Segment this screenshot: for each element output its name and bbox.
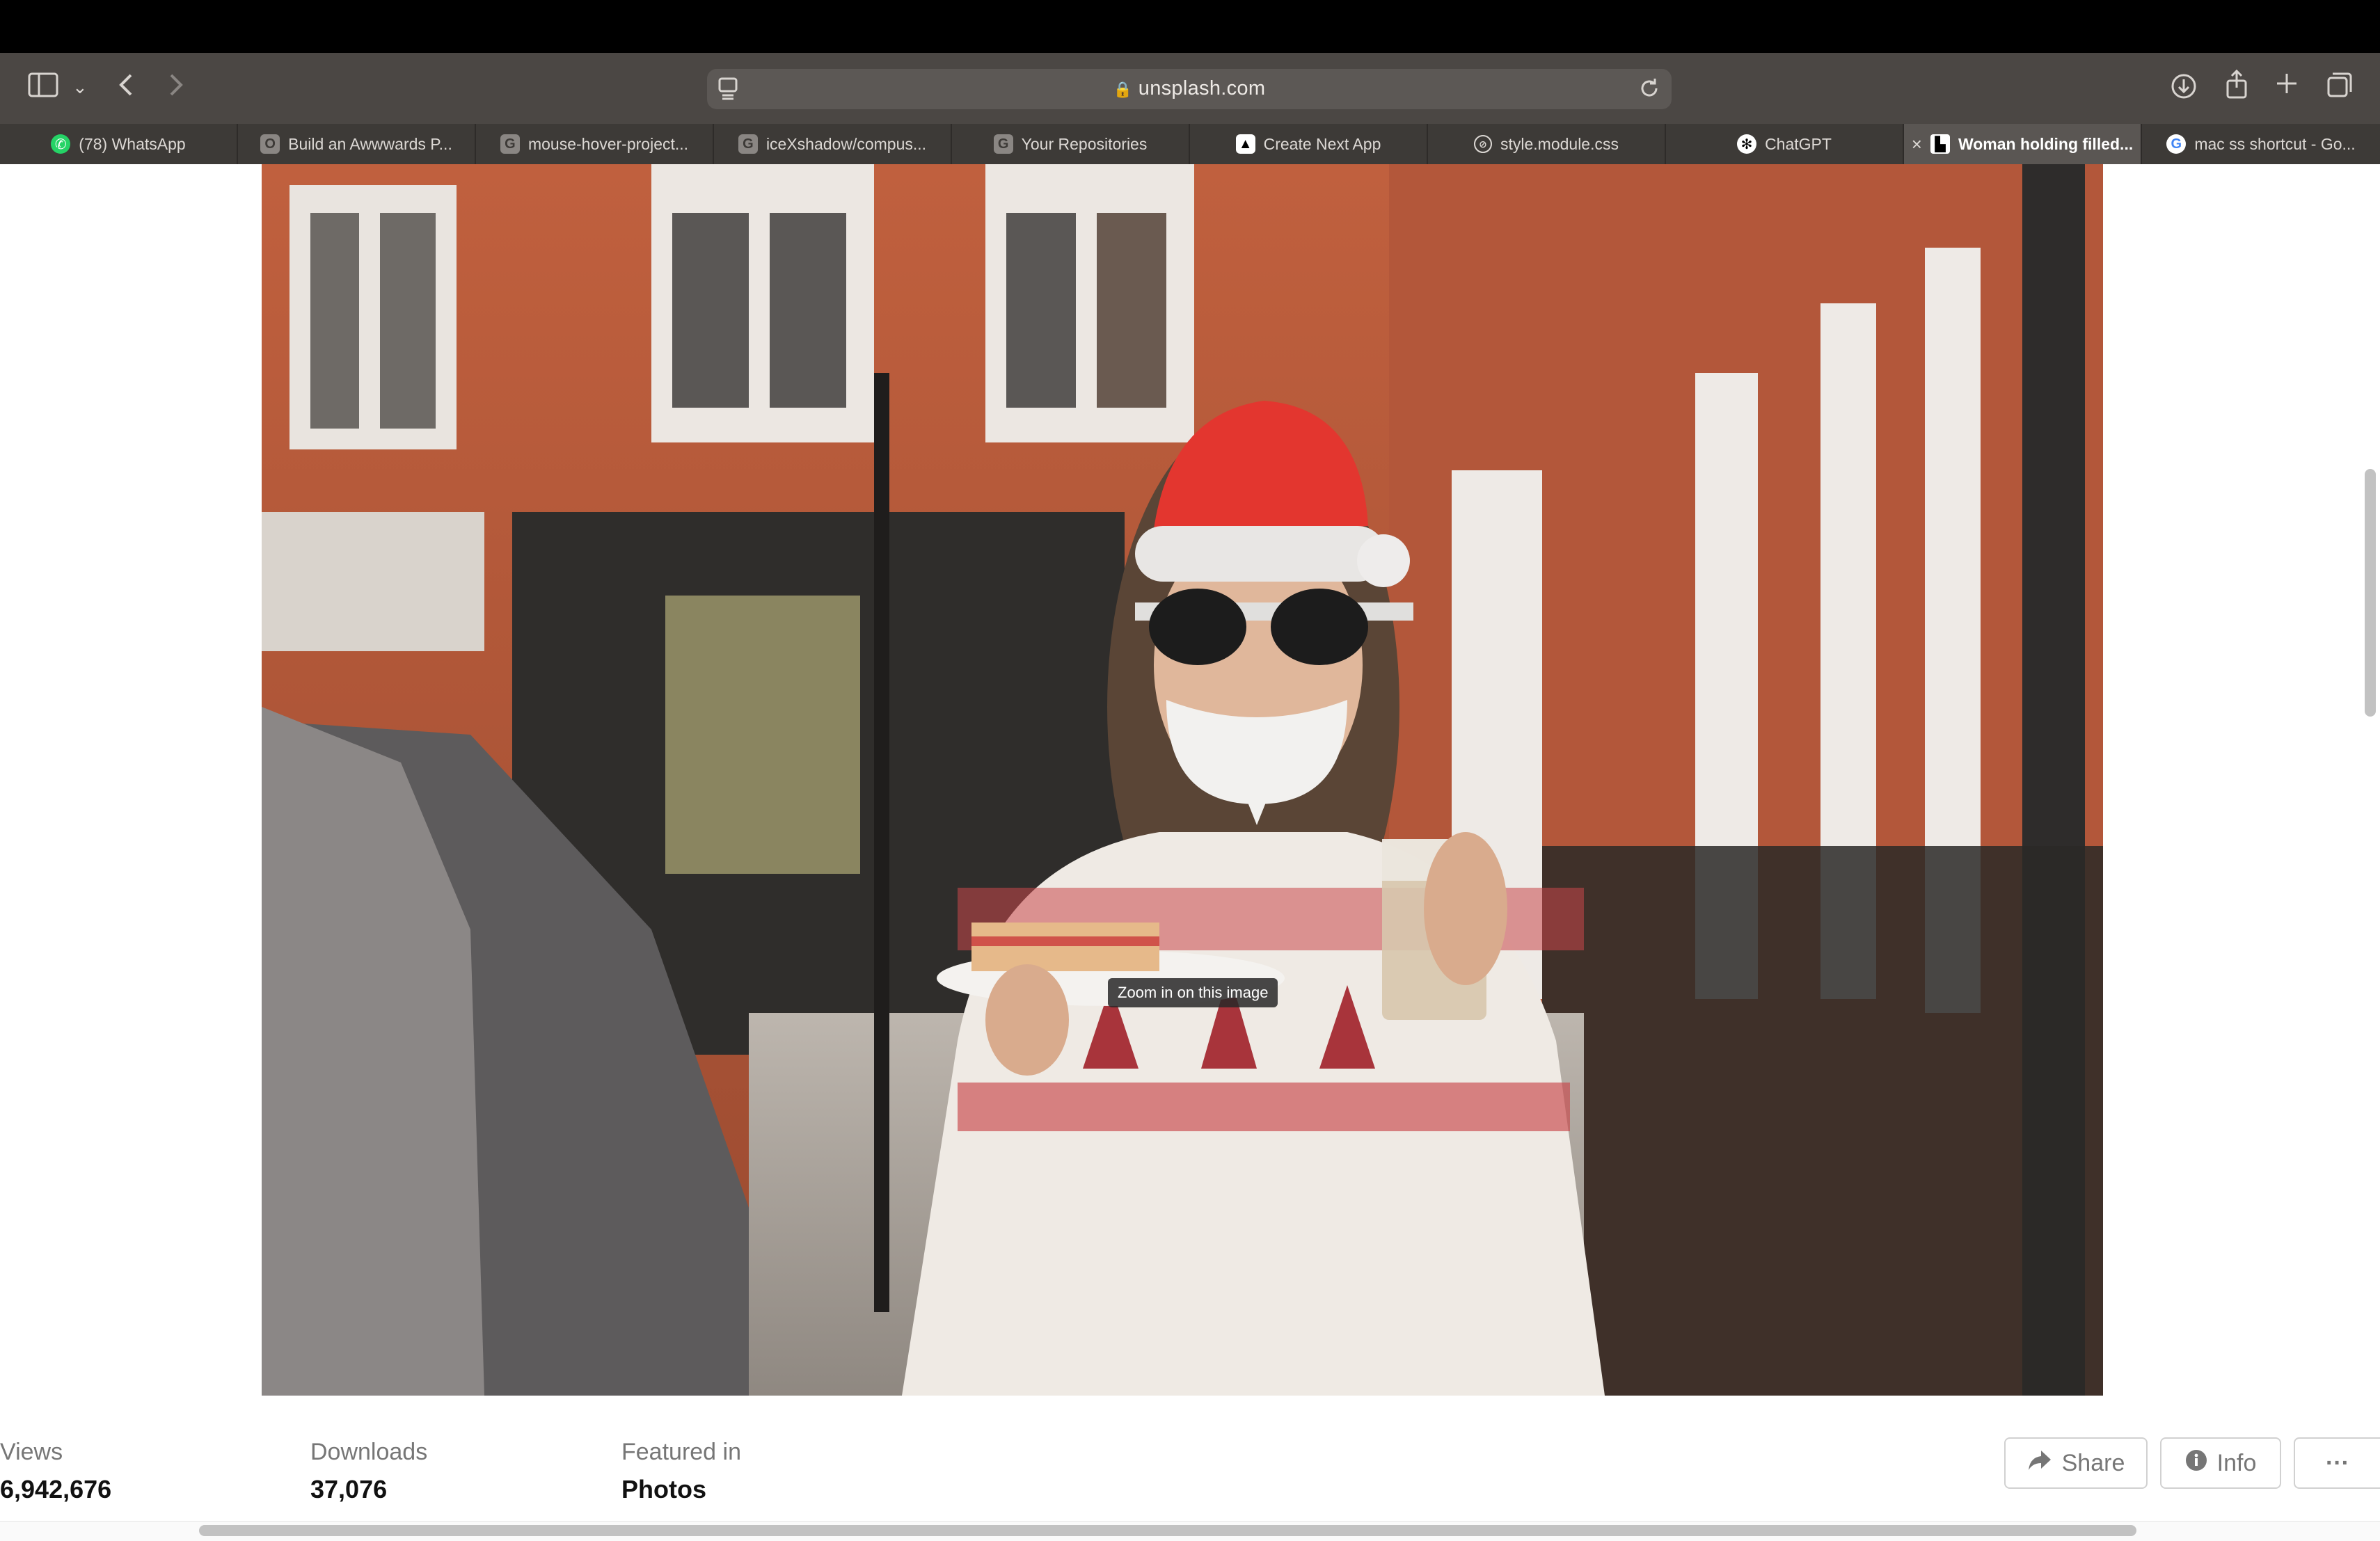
compass-icon: ⊘ — [1473, 135, 1492, 153]
info-icon — [2185, 1449, 2207, 1478]
featured-label: Featured in — [621, 1439, 741, 1465]
downloads-value: 37,076 — [310, 1475, 388, 1503]
vertical-scroll-thumb[interactable] — [2365, 469, 2376, 717]
tab-mouse-hover[interactable]: G mouse-hover-project... — [476, 124, 714, 164]
info-label: Info — [2216, 1449, 2257, 1476]
tab-label: style.module.css — [1500, 134, 1619, 153]
g-icon: G — [738, 134, 758, 154]
close-tab-icon[interactable]: × — [1912, 134, 1922, 155]
tab-google[interactable]: G mac ss shortcut - Go... — [2142, 124, 2380, 164]
o-icon: O — [260, 134, 280, 154]
tab-label: ChatGPT — [1765, 134, 1832, 153]
chevron-down-icon[interactable]: ⌄ — [72, 78, 88, 96]
tab-woman-holding[interactable]: × ▙ Woman holding filled... — [1904, 124, 2142, 164]
tab-label: Your Repositories — [1021, 134, 1148, 153]
triangle-icon: ▲ — [1235, 134, 1255, 154]
tab-repositories[interactable]: G Your Repositories — [952, 124, 1190, 164]
info-button[interactable]: Info — [2160, 1437, 2281, 1489]
tab-label: (78) WhatsApp — [79, 134, 186, 153]
whatsapp-icon: ✆ — [51, 134, 71, 154]
back-icon[interactable] — [117, 71, 135, 104]
lock-icon: 🔒 — [1113, 81, 1133, 98]
tab-strip: ✆ (78) WhatsApp O Build an Awwwards P...… — [0, 124, 2380, 164]
share-icon[interactable] — [2224, 69, 2249, 105]
unsplash-icon: ▙ — [1930, 134, 1950, 154]
photo-illustration — [262, 164, 2103, 1396]
tab-label: mouse-hover-project... — [527, 134, 689, 153]
more-actions-button[interactable]: ··· — [2294, 1437, 2380, 1489]
downloads-label: Downloads — [310, 1439, 428, 1465]
download-icon[interactable] — [2170, 72, 2198, 105]
main-photo[interactable]: Zoom in on this image — [262, 164, 2103, 1396]
tab-label: mac ss shortcut - Go... — [2194, 134, 2356, 153]
tab-label: iceXshadow/compus... — [765, 134, 927, 153]
tab-next-app[interactable]: ▲ Create Next App — [1190, 124, 1428, 164]
forward-icon[interactable] — [167, 71, 185, 104]
tab-overview-icon[interactable] — [2326, 71, 2354, 104]
new-tab-icon[interactable] — [2274, 71, 2299, 101]
url-display[interactable]: 🔒 unsplash.com — [707, 77, 1672, 100]
tab-label: Build an Awwwards P... — [288, 134, 452, 153]
tab-icexshadow[interactable]: G iceXshadow/compus... — [714, 124, 952, 164]
google-icon: G — [2166, 134, 2187, 154]
tab-style-module[interactable]: ⊘ style.module.css — [1428, 124, 1666, 164]
tab-label: Woman holding filled... — [1958, 134, 2134, 153]
featured-value[interactable]: Photos — [621, 1475, 706, 1504]
url-text: unsplash.com — [1138, 77, 1266, 99]
sidebar-toggle-icon[interactable] — [28, 72, 58, 102]
more-icon: ··· — [2326, 1449, 2349, 1476]
share-button[interactable]: Share — [2004, 1437, 2148, 1489]
chatgpt-icon: ✻ — [1737, 134, 1757, 154]
views-label: Views — [0, 1439, 63, 1465]
tab-awwwards[interactable]: O Build an Awwwards P... — [238, 124, 476, 164]
address-bar[interactable]: 🔒 unsplash.com — [707, 69, 1672, 109]
tab-whatsapp[interactable]: ✆ (78) WhatsApp — [0, 124, 238, 164]
horizontal-scroll-thumb[interactable] — [199, 1525, 2136, 1536]
share-label: Share — [2061, 1449, 2125, 1476]
share-arrow-icon — [2027, 1449, 2052, 1478]
tab-chatgpt[interactable]: ✻ ChatGPT — [1666, 124, 1904, 164]
zoom-tooltip: Zoom in on this image — [1108, 978, 1278, 1007]
tab-label: Create Next App — [1263, 134, 1381, 153]
g-icon: G — [500, 134, 520, 154]
menu-bar-area — [0, 0, 2380, 53]
reload-icon[interactable] — [1638, 76, 1660, 106]
views-value: 6,942,676 — [0, 1475, 112, 1503]
g-icon: G — [993, 134, 1013, 154]
browser-toolbar: ⌄ 🔒 unsplash.com — [0, 53, 2380, 124]
